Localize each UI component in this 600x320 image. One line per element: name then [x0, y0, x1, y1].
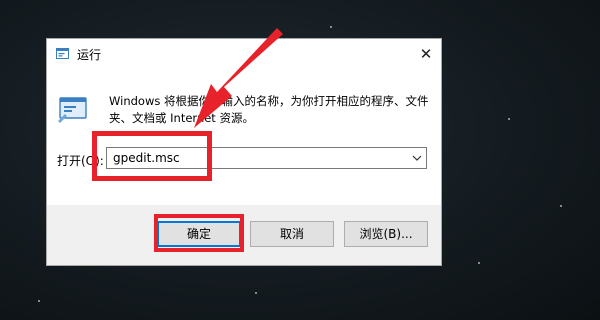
ok-highlight-annotation	[154, 214, 244, 252]
run-app-icon	[56, 48, 69, 59]
title-bar[interactable]: 运行 ✕	[47, 39, 441, 69]
background-speck	[255, 292, 257, 294]
close-button[interactable]: ✕	[411, 39, 441, 69]
input-highlight-annotation	[92, 131, 212, 181]
browse-button[interactable]: 浏览(B)...	[344, 221, 428, 247]
background-speck	[330, 26, 332, 28]
chevron-down-icon[interactable]	[411, 152, 423, 164]
cancel-button[interactable]: 取消	[250, 221, 334, 247]
background-speck	[38, 300, 40, 302]
dialog-description: Windows 将根据你所输入的名称，为你打开相应的程序、文件夹、文档或 Int…	[109, 94, 429, 125]
run-dialog-icon	[58, 97, 87, 123]
background-speck	[560, 205, 562, 207]
dialog-title: 运行	[77, 48, 102, 62]
background-speck	[478, 262, 480, 264]
close-icon: ✕	[419, 45, 433, 63]
background-speck	[508, 118, 510, 120]
